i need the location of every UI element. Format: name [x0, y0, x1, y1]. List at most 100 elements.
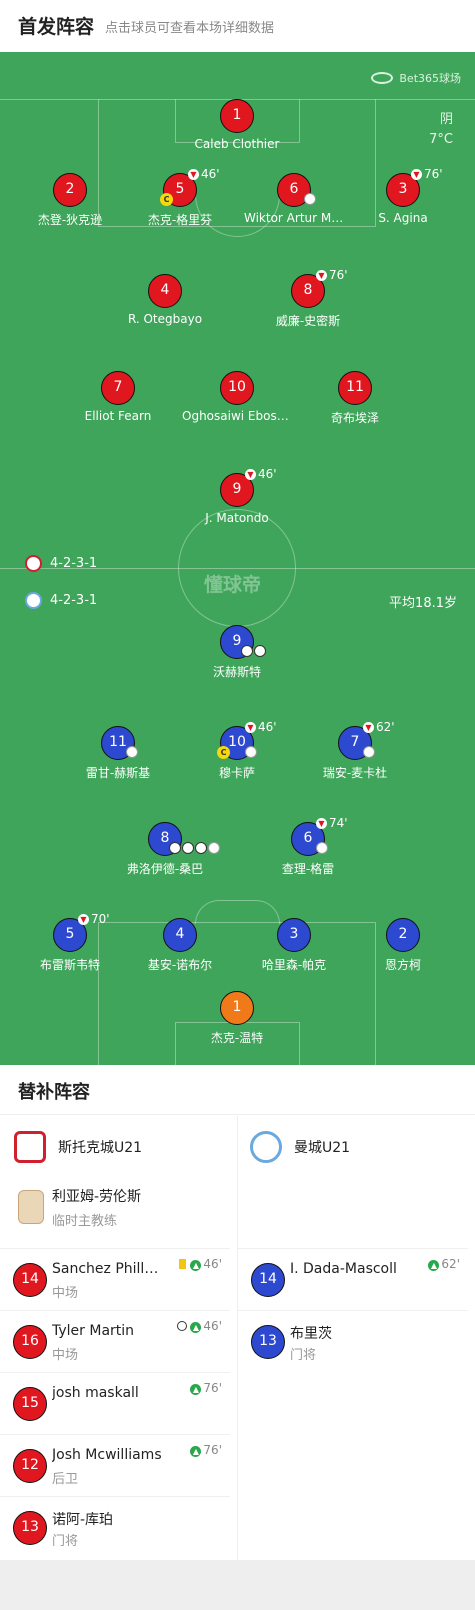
- sub-off-minute: 74': [329, 816, 348, 830]
- away-player-5[interactable]: 5 ▼ 70' 布雷斯韦特: [10, 912, 130, 973]
- away-player-9[interactable]: 9 沃赫斯特: [177, 625, 297, 680]
- sub-off-minute: 46': [201, 167, 220, 181]
- player-name: 弗洛伊德-桑巴: [126, 862, 204, 876]
- goal-icon: [182, 842, 194, 854]
- goal-icon: [195, 842, 207, 854]
- sub-off-icon: ▼: [316, 818, 327, 829]
- sub-on-icon: ▲: [190, 1260, 202, 1271]
- home-player-7[interactable]: 7 Elliot Fearn: [58, 371, 178, 423]
- assist-icon: [245, 746, 257, 758]
- home-sub-13[interactable]: 13 诺阿-库珀 门将: [0, 1496, 230, 1558]
- player-name: 杰克-温特: [210, 1031, 264, 1045]
- city-badge-icon: [25, 592, 42, 609]
- away-player-3[interactable]: 3 哈里森-帕克: [234, 918, 354, 973]
- away-player-4[interactable]: 4 基安-诺布尔: [120, 918, 240, 973]
- sub-off-marker: ▼ 76': [316, 268, 348, 282]
- sub-off-minute: 76': [424, 167, 443, 181]
- subs-section-header: 替补阵容: [0, 1065, 475, 1115]
- away-team-name: 曼城U21: [294, 1140, 351, 1156]
- player-event-badges: [241, 645, 267, 660]
- player-name: J. Matondo: [205, 511, 269, 525]
- sub-on-icon: ▲: [190, 1384, 202, 1395]
- sub-number: 13: [13, 1511, 47, 1545]
- player-event-badges: [245, 746, 257, 761]
- sub-on-icon: ▲: [190, 1322, 202, 1333]
- away-player-2[interactable]: 2 恩方柯: [343, 918, 463, 973]
- away-player-7[interactable]: 7 ▼ 62' 瑞安-麦卡杜: [295, 720, 415, 781]
- sub-off-icon: ▼: [245, 469, 256, 480]
- sub-on-marker: ▲ 46': [179, 1257, 222, 1271]
- stadium-label: Bet365球场: [371, 70, 461, 86]
- away-player-1[interactable]: 1 杰克-温特: [177, 991, 297, 1046]
- goal-icon: [177, 1321, 188, 1331]
- sub-name: Josh Mcwilliams: [52, 1447, 162, 1463]
- sub-off-minute: 76': [329, 268, 348, 282]
- player-name: 威廉-史密斯: [275, 314, 341, 328]
- home-sub-12[interactable]: 12 Josh Mcwilliams 后卫 ▲ 76': [0, 1434, 230, 1496]
- weather-temperature: 7°C: [429, 132, 453, 147]
- sub-off-minute: 46': [258, 467, 277, 481]
- away-player-8[interactable]: 8 弗洛伊德-桑巴: [105, 822, 225, 877]
- sub-on-marker: ▲ 46': [177, 1319, 222, 1333]
- home-sub-16[interactable]: 16 Tyler Martin 中场 ▲ 46': [0, 1310, 230, 1372]
- home-team-row[interactable]: 斯托克城U21: [14, 1117, 142, 1177]
- weather-info: 阴 7°C: [429, 110, 453, 150]
- page-subtitle: 点击球员可查看本场详细数据: [105, 21, 275, 36]
- home-player-9[interactable]: 9 ▼ 46' J. Matondo: [177, 467, 297, 525]
- home-player-10[interactable]: 10 Oghosaiwi Ebosele: [177, 371, 297, 423]
- player-name: Caleb Clothier: [194, 137, 280, 151]
- away-sub-13[interactable]: 13 布里茨 门将: [238, 1310, 468, 1372]
- player-number: 2: [386, 918, 420, 952]
- player-name: 恩方柯: [384, 958, 421, 972]
- away-player-10[interactable]: 10 C ▼ 46' 穆卡萨: [177, 720, 297, 781]
- captain-badge: C: [160, 193, 173, 206]
- home-team-name: 斯托克城U21: [58, 1140, 143, 1156]
- home-player-8[interactable]: 8 ▼ 76' 威廉-史密斯: [248, 268, 368, 329]
- home-player-6[interactable]: 6 Wiktor Artur Marta: [234, 173, 354, 225]
- sub-off-minute: 62': [376, 720, 395, 734]
- sub-on-marker: ▲ 76': [190, 1381, 222, 1395]
- sub-off-icon: ▼: [316, 270, 327, 281]
- home-player-1[interactable]: 1 Caleb Clothier: [177, 99, 297, 151]
- sub-off-icon: ▼: [411, 169, 422, 180]
- home-player-4[interactable]: 4 R. Otegbayo: [105, 274, 225, 326]
- sub-on-minute: 62': [441, 1257, 460, 1271]
- home-player-3[interactable]: 3 ▼ 76' S. Agina: [343, 167, 463, 225]
- sub-on-icon: ▲: [428, 1260, 440, 1271]
- assist-icon: [363, 746, 375, 758]
- lineup-page: 首发阵容 点击球员可查看本场详细数据 Bet365球场 阴 7°C 1 Cale…: [0, 0, 475, 1610]
- away-formation-label: 4-2-3-1: [50, 593, 98, 608]
- sub-name: josh maskall: [52, 1385, 139, 1401]
- player-number: 11: [338, 371, 372, 405]
- away-player-11[interactable]: 11 雷甘-赫斯基: [58, 726, 178, 781]
- sub-name: 诺阿-库珀: [52, 1512, 114, 1528]
- player-name: R. Otegbayo: [127, 312, 203, 326]
- away-player-6[interactable]: 6 ▼ 74' 查理-格雷: [248, 816, 368, 877]
- watermark-logo: 懂球帝: [204, 574, 262, 596]
- sub-on-marker: ▲ 62': [428, 1257, 460, 1271]
- sub-off-marker: ▼ 46': [245, 720, 277, 734]
- away-sub-14[interactable]: 14 I. Dada-Mascoll ▲ 62': [238, 1248, 468, 1310]
- home-formation-label: 4-2-3-1: [50, 556, 98, 571]
- sub-number: 16: [13, 1325, 47, 1359]
- player-event-badges: [363, 746, 375, 761]
- goal-icon: [254, 645, 266, 657]
- home-sub-15[interactable]: 15 josh maskall ▲ 76': [0, 1372, 230, 1434]
- sub-off-marker: ▼ 70': [78, 912, 110, 926]
- home-sub-14[interactable]: 14 Sanchez Phillips 中场 ▲ 46': [0, 1248, 230, 1310]
- sub-number: 13: [251, 1325, 285, 1359]
- player-number: 1: [220, 991, 254, 1025]
- home-player-11[interactable]: 11 奇布埃泽: [295, 371, 415, 426]
- assist-icon: [316, 842, 328, 854]
- city-crest-icon: [250, 1131, 282, 1163]
- sub-name: Tyler Martin: [52, 1323, 135, 1339]
- sub-off-marker: ▼ 46': [245, 467, 277, 481]
- away-team-row[interactable]: 曼城U21: [250, 1117, 350, 1177]
- sub-on-minute: 76': [203, 1443, 222, 1457]
- home-player-5[interactable]: 5 C ▼ 46' 杰克-格里芬: [120, 167, 240, 228]
- home-player-2[interactable]: 2 杰登-狄克逊: [10, 173, 130, 228]
- sub-position: 后卫: [52, 1472, 79, 1487]
- sub-off-minute: 46': [258, 720, 277, 734]
- sub-on-minute: 76': [203, 1381, 222, 1395]
- sub-number: 15: [13, 1387, 47, 1421]
